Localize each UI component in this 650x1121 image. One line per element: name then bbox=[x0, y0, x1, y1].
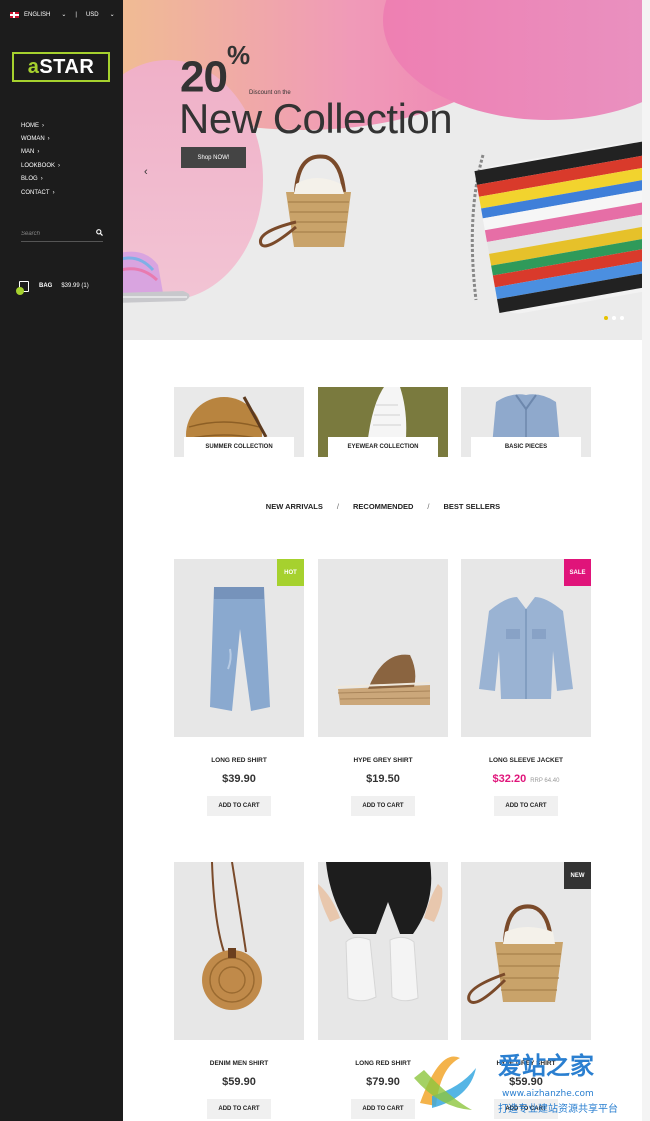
page-scrollbar[interactable] bbox=[642, 0, 650, 1121]
slider-prev-arrow[interactable]: ‹ bbox=[144, 166, 148, 178]
search-icon[interactable] bbox=[96, 229, 103, 238]
sandal-image bbox=[123, 251, 190, 303]
tab-separator: / bbox=[427, 502, 430, 511]
tab-best-sellers[interactable]: BEST SELLERS bbox=[444, 502, 501, 511]
chevron-right-icon: › bbox=[58, 162, 61, 169]
chevron-down-icon[interactable]: ⌄ bbox=[61, 11, 66, 18]
language-selector[interactable]: ENGLISH bbox=[24, 12, 50, 18]
top-bar: ENGLISH ⌄ | USD ⌄ bbox=[10, 11, 115, 18]
chevron-down-icon[interactable]: ⌄ bbox=[110, 11, 115, 18]
tab-new-arrivals[interactable]: NEW ARRIVALS bbox=[266, 502, 323, 511]
nav-item-woman[interactable]: WOMAN › bbox=[21, 132, 60, 145]
add-to-cart-button[interactable]: ADD TO CART bbox=[351, 796, 415, 816]
watermark-url: www.aizhanzhe.com bbox=[502, 1089, 594, 1099]
shopping-bag-icon bbox=[16, 278, 30, 295]
collection-eyewear[interactable]: EYEWEAR COLLECTION bbox=[318, 387, 448, 457]
sidebar: ENGLISH ⌄ | USD ⌄ a STAR HOME › WOMAN › MAN… bbox=[0, 0, 123, 1121]
uk-flag-icon bbox=[10, 11, 19, 18]
wedge-sandal-image bbox=[335, 654, 431, 705]
product-image[interactable]: NEW bbox=[461, 862, 591, 1040]
nav-item-man[interactable]: MAN › bbox=[21, 146, 60, 159]
hero-slider: 20% Discount on the New Collection Shop … bbox=[123, 0, 642, 340]
nav-label: MAN bbox=[21, 149, 35, 156]
search-input[interactable] bbox=[21, 230, 81, 237]
site-logo[interactable]: a STAR bbox=[12, 52, 110, 82]
bag-label: BAG bbox=[39, 283, 53, 289]
tab-recommended[interactable]: RECOMMENDED bbox=[353, 502, 413, 511]
nav-item-contact[interactable]: CONTACT › bbox=[21, 186, 60, 199]
product-name[interactable]: LONG SLEEVE JACKET bbox=[461, 757, 591, 764]
basket-bag-image bbox=[258, 154, 351, 248]
watermark-logo: 爱站之家 www.aizhanzhe.com 打造专业建站资源共享平台 bbox=[414, 1052, 618, 1115]
add-to-cart-button[interactable]: ADD TO CART bbox=[494, 796, 558, 816]
product-image[interactable] bbox=[318, 862, 448, 1040]
slider-dot[interactable] bbox=[612, 316, 616, 320]
chevron-right-icon: › bbox=[37, 149, 40, 156]
chevron-right-icon: › bbox=[40, 176, 43, 183]
product-price: $59.90 bbox=[222, 1076, 256, 1088]
rrp-price: RRP 64.40 bbox=[530, 778, 560, 784]
round-crossbody-bag-image bbox=[202, 862, 262, 1010]
chevron-right-icon: › bbox=[47, 136, 50, 143]
nav-item-lookbook[interactable]: LOOKBOOK › bbox=[21, 159, 60, 172]
currency-selector[interactable]: USD bbox=[86, 12, 99, 18]
collection-label: SUMMER COLLECTION bbox=[184, 437, 294, 457]
shop-now-button[interactable]: Shop NOW! bbox=[181, 147, 246, 168]
product-image[interactable] bbox=[174, 862, 304, 1040]
divider: | bbox=[75, 11, 77, 18]
product-name[interactable]: DENIM MEN SHIRT bbox=[174, 1060, 304, 1067]
collection-label: BASIC PIECES bbox=[471, 437, 581, 457]
cart-summary[interactable]: BAG $39.99 (1) bbox=[16, 278, 89, 295]
new-badge: NEW bbox=[564, 862, 591, 889]
logo-text: STAR bbox=[39, 55, 95, 78]
product-image[interactable]: SALE bbox=[461, 559, 591, 737]
watermark-brand: 爱站之家 bbox=[498, 1052, 594, 1080]
product-card[interactable]: HYPE GREY SHIRT $19.50 ADD TO CART bbox=[318, 559, 448, 816]
add-to-cart-button[interactable]: ADD TO CART bbox=[207, 796, 271, 816]
nav-label: CONTACT bbox=[21, 189, 50, 196]
tab-separator: / bbox=[336, 502, 339, 511]
sale-badge: SALE bbox=[564, 559, 591, 586]
product-price: $39.90 bbox=[222, 773, 256, 785]
collection-basic[interactable]: BASIC PIECES bbox=[461, 387, 591, 457]
logo-prefix: a bbox=[27, 55, 40, 78]
slider-dot[interactable] bbox=[604, 316, 608, 320]
chevron-right-icon: › bbox=[52, 189, 55, 196]
nav-item-home[interactable]: HOME › bbox=[21, 119, 60, 132]
collection-label: EYEWEAR COLLECTION bbox=[328, 437, 438, 457]
product-tabs: NEW ARRIVALS / RECOMMENDED / BEST SELLER… bbox=[175, 502, 591, 511]
collection-summer[interactable]: SUMMER COLLECTION bbox=[174, 387, 304, 457]
product-price: $32.20 RRP 64.40 bbox=[461, 773, 591, 785]
add-to-cart-button[interactable]: ADD TO CART bbox=[351, 1099, 415, 1119]
product-card[interactable]: SALE LONG SLEEVE JACKET $32.20 RRP 64.40 … bbox=[461, 559, 591, 816]
nav-label: BLOG bbox=[21, 176, 38, 183]
striped-clutch-image bbox=[470, 141, 642, 314]
sale-price: $32.20 bbox=[492, 773, 527, 785]
slider-dot[interactable] bbox=[620, 316, 624, 320]
product-image[interactable] bbox=[318, 559, 448, 737]
product-price: $19.50 bbox=[366, 773, 400, 785]
add-to-cart-button[interactable]: ADD TO CART bbox=[207, 1099, 271, 1119]
percent-sign: % bbox=[226, 40, 250, 70]
product-card[interactable]: HOT LONG RED SHIRT $39.90 ADD TO CART bbox=[174, 559, 304, 816]
hero-headline: New Collection bbox=[179, 95, 453, 142]
main-nav: HOME › WOMAN › MAN › LOOKBOOK › BLOG › CONTAC… bbox=[21, 119, 60, 199]
product-image[interactable]: HOT bbox=[174, 559, 304, 737]
nav-label: WOMAN bbox=[21, 136, 45, 143]
nav-label: HOME bbox=[21, 122, 39, 129]
product-name[interactable]: LONG RED SHIRT bbox=[174, 757, 304, 764]
bag-total: $39.99 (1) bbox=[61, 283, 89, 289]
nav-item-blog[interactable]: BLOG › bbox=[21, 173, 60, 186]
product-card[interactable]: DENIM MEN SHIRT $59.90 ADD TO CART bbox=[174, 862, 304, 1119]
chevron-right-icon: › bbox=[42, 122, 44, 129]
sneakers-image bbox=[318, 862, 443, 1002]
nav-label: LOOKBOOK bbox=[21, 162, 56, 169]
watermark-tagline: 打造专业建站资源共享平台 bbox=[498, 1102, 618, 1115]
slider-dots bbox=[604, 316, 624, 320]
search-box bbox=[21, 226, 103, 242]
hot-badge: HOT bbox=[277, 559, 304, 586]
product-name[interactable]: HYPE GREY SHIRT bbox=[318, 757, 448, 764]
